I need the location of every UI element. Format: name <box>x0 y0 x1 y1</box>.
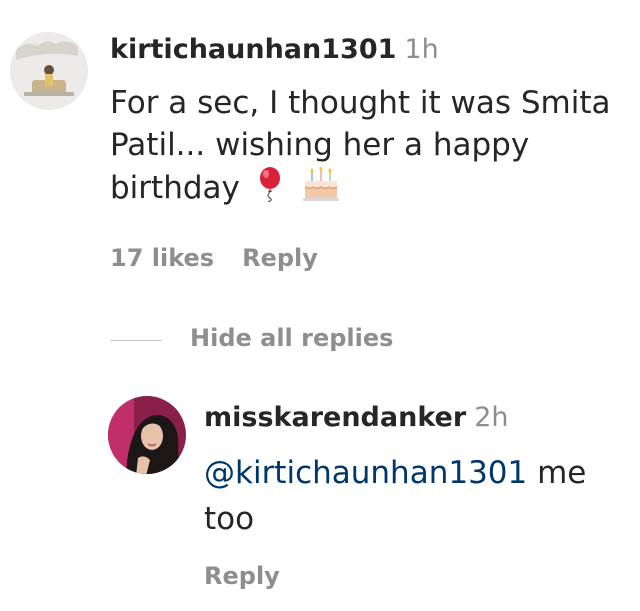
balloon-icon <box>256 166 286 213</box>
comment-text-container: For a sec, I thought it was Smita Patil.… <box>110 82 630 213</box>
reply-text-container: @kirtichaunhan1301 me too <box>204 450 624 542</box>
comment-username[interactable]: kirtichaunhan1301 <box>110 34 396 65</box>
reply-mention-link[interactable]: @kirtichaunhan1301 <box>204 455 527 491</box>
comment-reply-button[interactable]: Reply <box>242 244 318 272</box>
comment-actions: 17 likes Reply <box>110 244 318 272</box>
reply-header: misskarendanker 2h <box>204 402 508 433</box>
comment-text: For a sec, I thought it was Smita Patil.… <box>110 85 611 206</box>
birthday-cake-icon <box>302 166 340 212</box>
reply-actions: Reply <box>204 562 280 590</box>
hide-replies-button[interactable]: Hide all replies <box>190 324 393 352</box>
reply-reply-button[interactable]: Reply <box>204 562 280 590</box>
reply-timestamp: 2h <box>474 402 509 433</box>
comment-likes-count[interactable]: 17 likes <box>110 244 214 272</box>
comment-header: kirtichaunhan1301 1h <box>110 34 439 65</box>
replies-divider <box>110 340 162 341</box>
reply-avatar[interactable] <box>108 396 186 474</box>
comment-timestamp: 1h <box>404 34 439 65</box>
commenter-avatar[interactable] <box>10 32 88 110</box>
reply-username[interactable]: misskarendanker <box>204 402 466 433</box>
